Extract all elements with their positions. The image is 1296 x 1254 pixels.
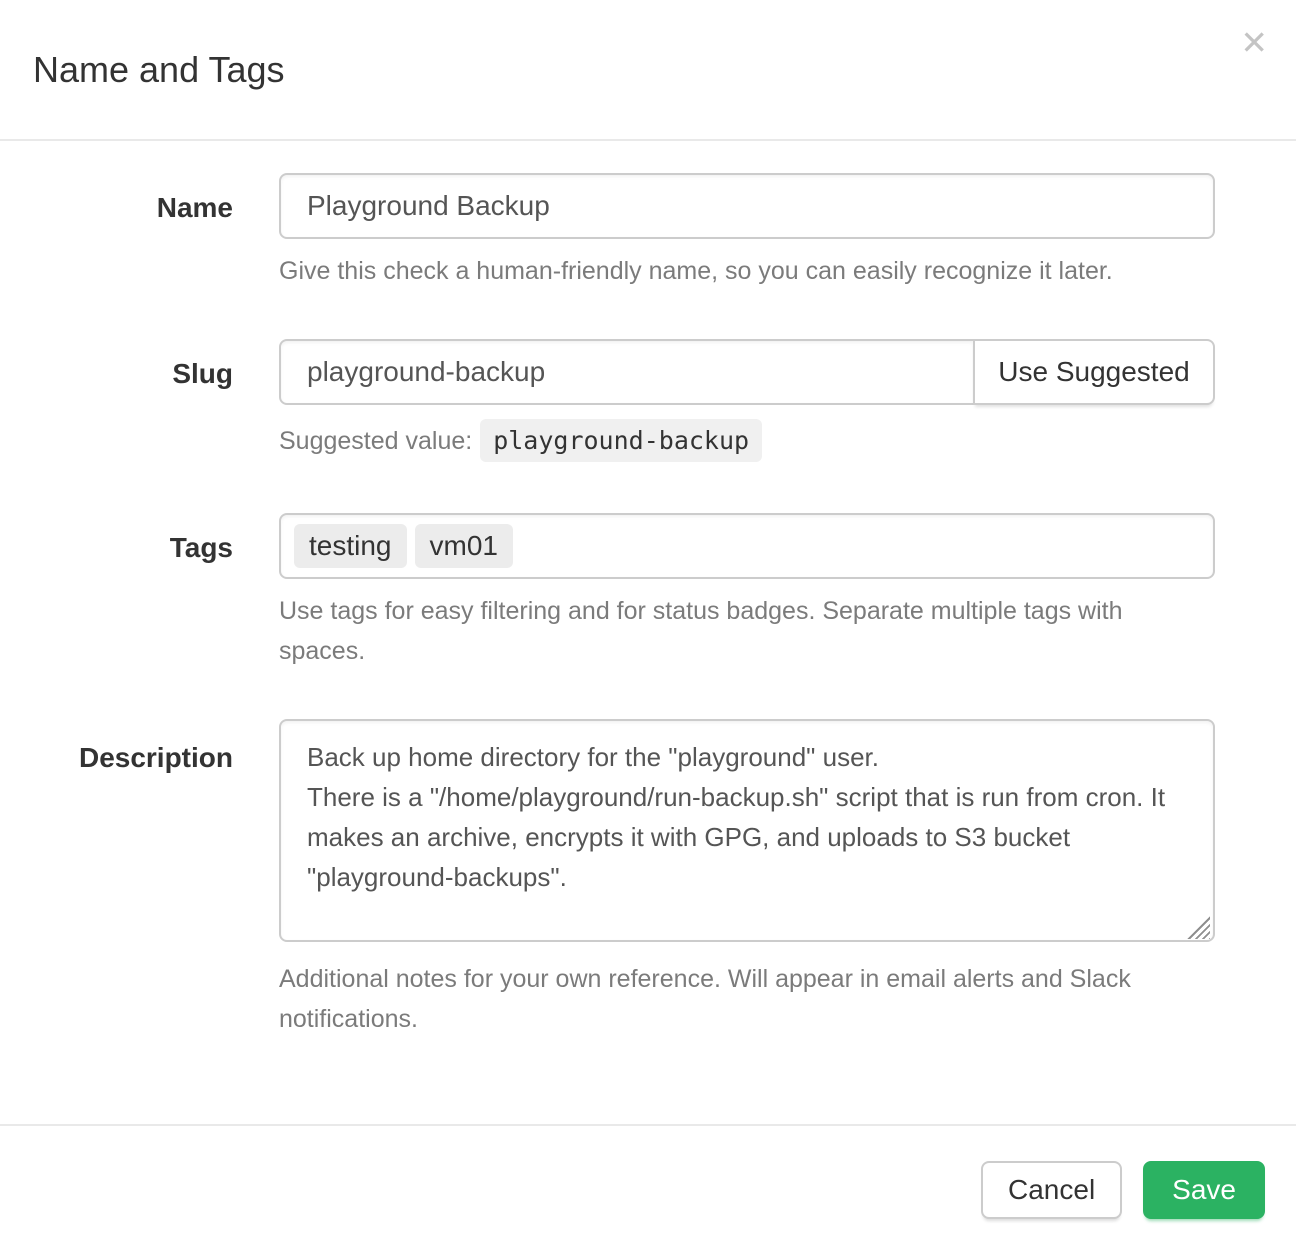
suggested-value-line: Suggested value: playground-backup <box>279 417 1215 465</box>
dialog-body: Name Give this check a human-friendly na… <box>0 141 1296 1124</box>
save-button[interactable]: Save <box>1143 1161 1265 1219</box>
dialog-title: Name and Tags <box>33 49 285 91</box>
tags-label: Tags <box>33 513 279 671</box>
tag-chip[interactable]: testing <box>294 524 407 568</box>
name-input[interactable] <box>279 173 1215 239</box>
name-and-tags-dialog: Name and Tags ✕ Name Give this check a h… <box>0 0 1296 1254</box>
description-textarea[interactable]: Back up home directory for the "playgrou… <box>279 719 1215 942</box>
description-label: Description <box>33 719 279 1039</box>
slug-input[interactable] <box>279 339 975 405</box>
name-row: Name Give this check a human-friendly na… <box>33 173 1215 291</box>
name-help-text: Give this check a human-friendly name, s… <box>279 251 1215 291</box>
slug-label: Slug <box>33 339 279 465</box>
dialog-footer: Cancel Save <box>0 1124 1296 1254</box>
dialog-header: Name and Tags ✕ <box>0 0 1296 141</box>
tags-row: Tags testing vm01 Use tags for easy filt… <box>33 513 1215 671</box>
description-help-text: Additional notes for your own reference.… <box>279 959 1215 1039</box>
close-icon[interactable]: ✕ <box>1240 26 1268 59</box>
name-label: Name <box>33 173 279 291</box>
slug-row: Slug Use Suggested Suggested value: playg… <box>33 339 1215 465</box>
description-row: Description Back up home directory for t… <box>33 719 1215 1039</box>
suggested-value-code: playground-backup <box>480 419 762 462</box>
tag-chip[interactable]: vm01 <box>415 524 513 568</box>
suggested-value-label: Suggested value: <box>279 427 472 455</box>
tags-help-text: Use tags for easy filtering and for stat… <box>279 591 1215 671</box>
cancel-button[interactable]: Cancel <box>981 1161 1122 1219</box>
use-suggested-button[interactable]: Use Suggested <box>973 339 1215 405</box>
slug-input-group: Use Suggested <box>279 339 1215 405</box>
tags-input[interactable]: testing vm01 <box>279 513 1215 579</box>
